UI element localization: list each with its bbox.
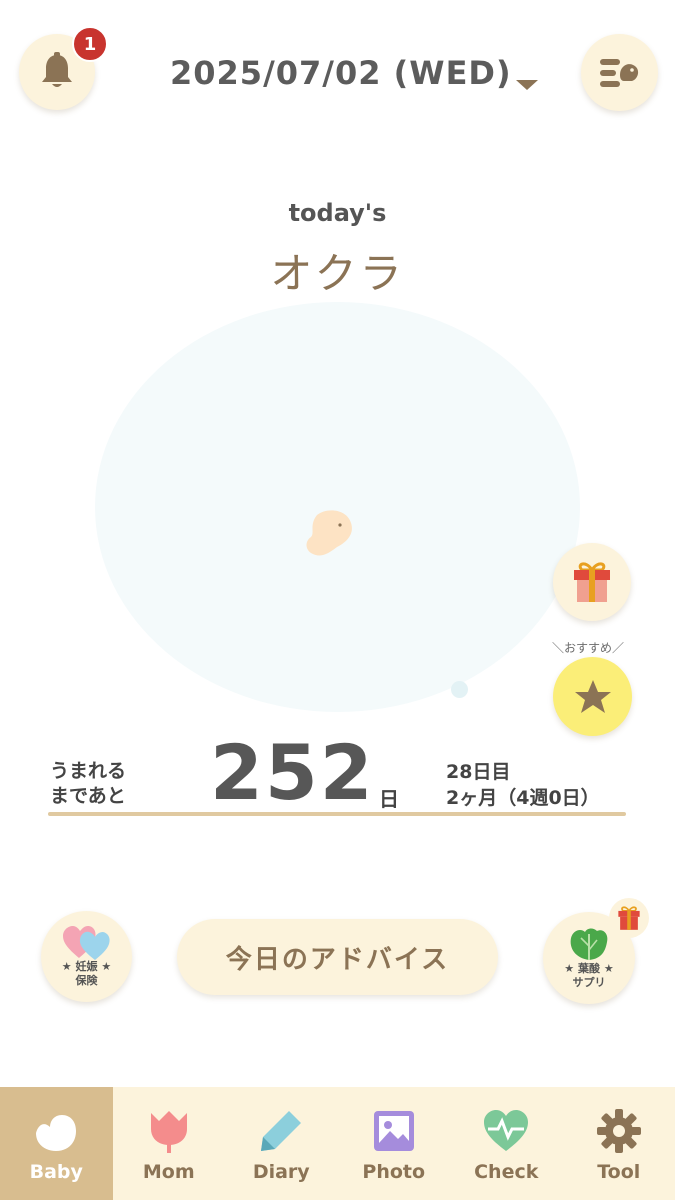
tab-baby[interactable]: Baby (0, 1087, 113, 1200)
bottom-tab-bar: Baby Mom Diary Photo Check Tool (0, 1087, 675, 1200)
bell-icon (42, 52, 72, 87)
tab-diary[interactable]: Diary (225, 1087, 338, 1200)
bird-icon (36, 1115, 77, 1151)
gift-button[interactable] (553, 543, 631, 621)
menu-button[interactable] (581, 34, 658, 111)
lettuce-icon (570, 928, 608, 960)
notification-badge: 1 (72, 26, 108, 62)
day-count: 28日目 (446, 761, 511, 783)
countdown-label-line1: うまれる (50, 760, 127, 782)
star-icon (574, 679, 611, 713)
tab-tool-label: Tool (597, 1161, 641, 1183)
baby-size-fruit: オクラ (270, 249, 405, 298)
gift-icon (618, 906, 640, 930)
tab-diary-label: Diary (252, 1161, 310, 1183)
pencil-icon (261, 1111, 302, 1151)
divider (48, 812, 626, 816)
recommend-label: ＼おすすめ／ (552, 641, 625, 655)
days-unit: 日 (379, 787, 399, 811)
tulip-icon (150, 1111, 187, 1153)
home-screen: 1 2025/07/02 (WED) today's オクラ ＼おすすめ／ うま… (0, 0, 675, 1200)
chevron-down-icon[interactable] (516, 80, 538, 90)
tab-mom-label: Mom (142, 1161, 195, 1183)
days-remaining: 252 (210, 728, 375, 817)
favorite-button[interactable] (553, 657, 632, 736)
insurance-label-line1: ★ 妊娠 ★ (61, 959, 112, 973)
photo-icon (373, 1111, 414, 1151)
countdown-label: うまれる まであと (50, 759, 126, 809)
hearts-icon (62, 925, 110, 960)
tab-mom[interactable]: Mom (113, 1087, 226, 1200)
tab-check[interactable]: Check (450, 1087, 563, 1200)
supplement-gift-badge (609, 898, 649, 938)
month-week: 2ヶ月（4週0日） (446, 787, 600, 809)
heart-pulse-icon (484, 1110, 529, 1151)
date-selector[interactable]: 2025/07/02 (WED) (170, 54, 512, 92)
pregnancy-progress: 28日目 2ヶ月（4週0日） (446, 759, 600, 811)
daily-advice-button[interactable]: 今日のアドバイス (177, 919, 498, 995)
tab-check-label: Check (474, 1161, 539, 1183)
tab-tool[interactable]: Tool (563, 1087, 675, 1200)
gear-icon (596, 1109, 641, 1153)
tab-baby-label: Baby (29, 1161, 83, 1183)
maternity-insurance-button[interactable]: ★ 妊娠 ★ 保険 (41, 911, 132, 1002)
tab-photo-label: Photo (362, 1161, 426, 1183)
menu-icon (599, 58, 638, 87)
insurance-label-line2: 保険 (75, 973, 98, 987)
supplement-label-line2: サプリ (572, 976, 606, 989)
embryo-icon (306, 510, 352, 556)
countdown-label-line2: まであと (50, 785, 126, 807)
supplement-label-line1: ★ 葉酸 ★ (564, 962, 614, 975)
today-label: today's (288, 199, 387, 227)
tab-photo[interactable]: Photo (338, 1087, 451, 1200)
decor-dot (451, 681, 468, 698)
gift-icon (574, 562, 610, 602)
